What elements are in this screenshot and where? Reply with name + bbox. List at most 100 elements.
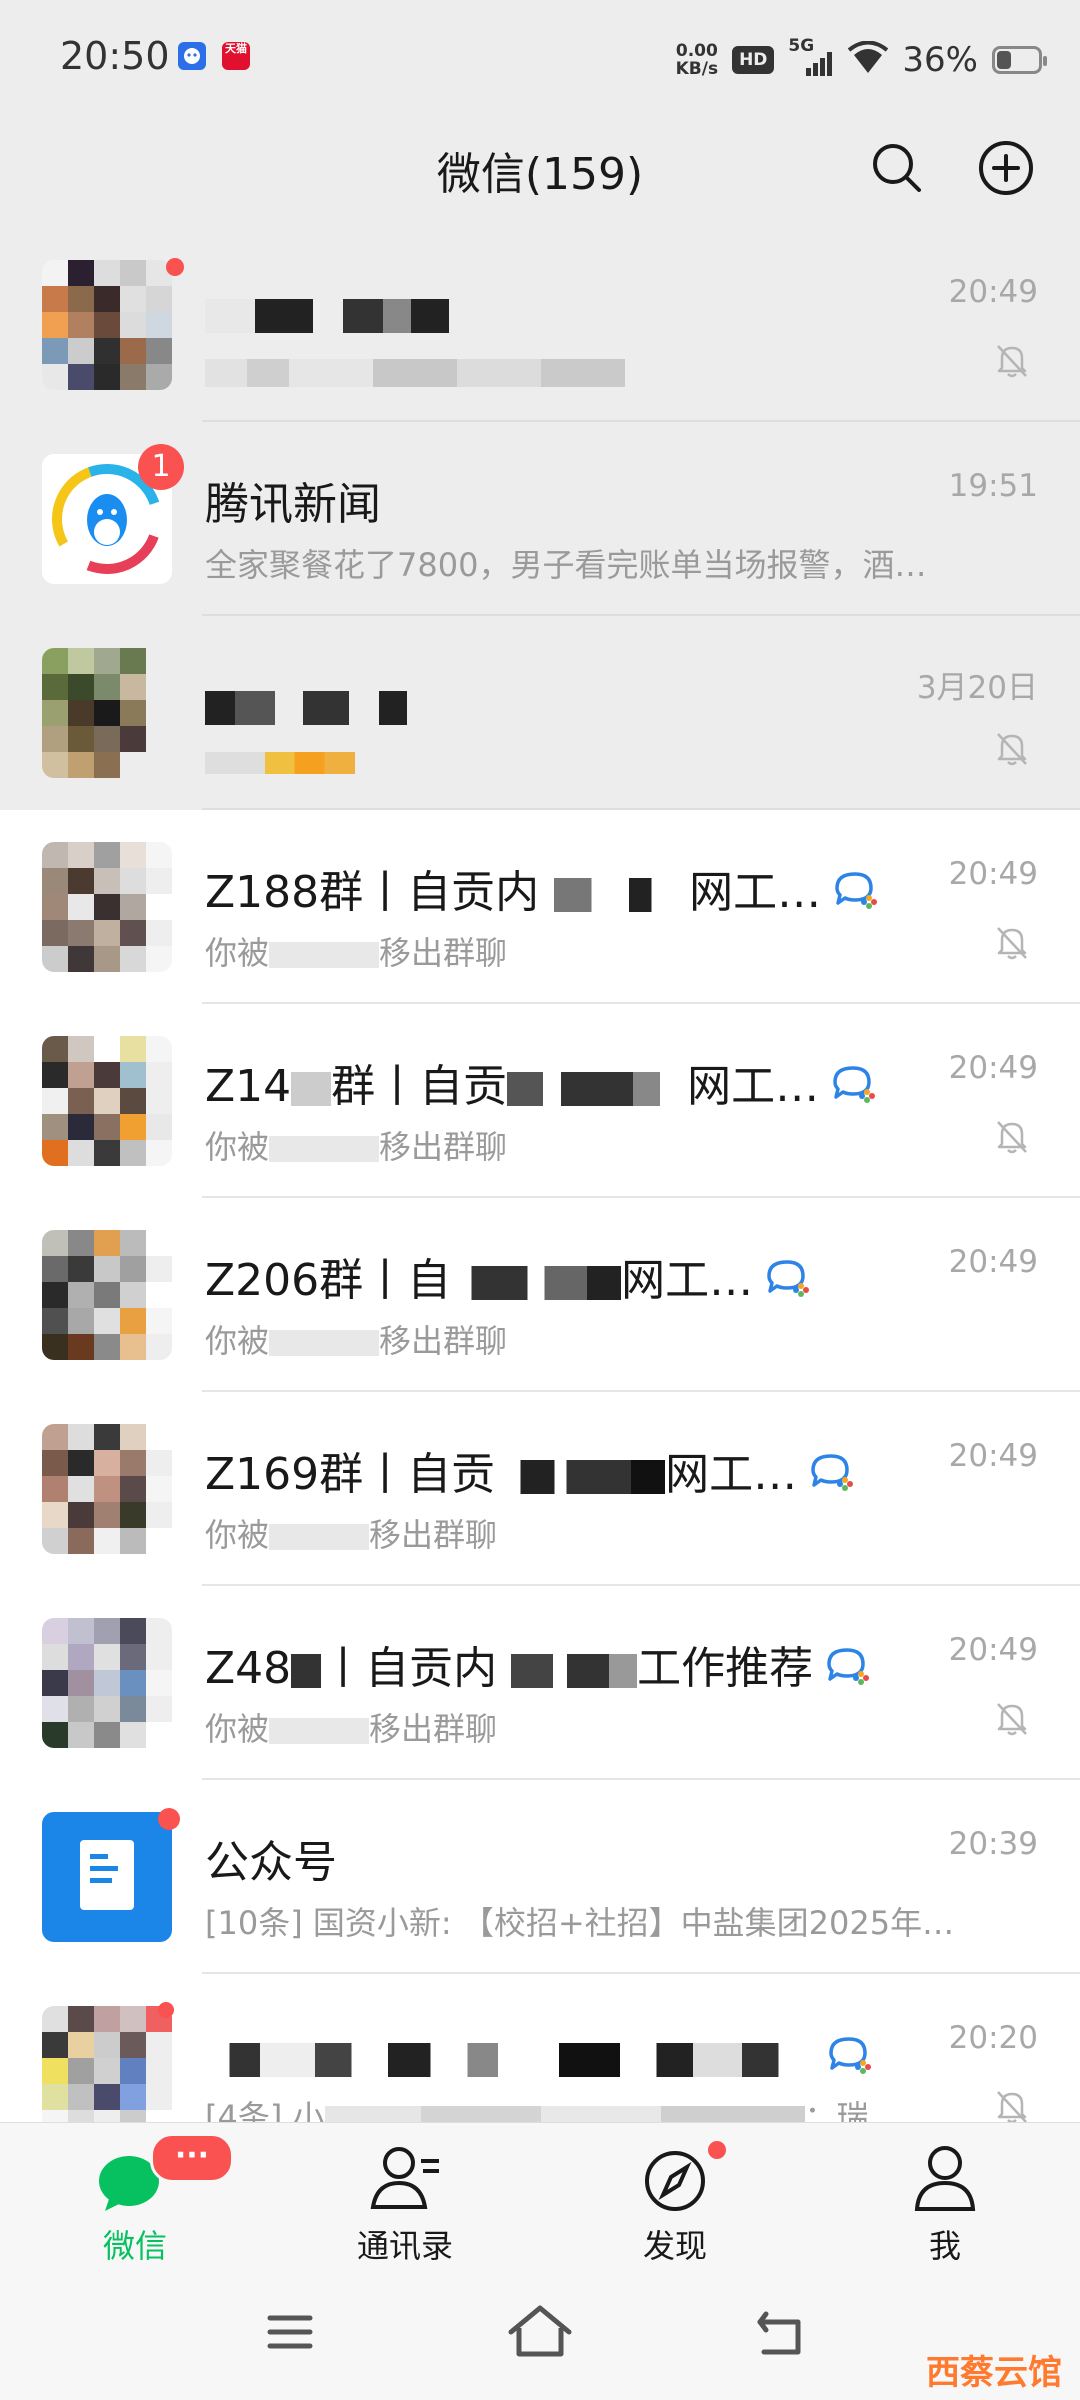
net-speed: 0.00 KB/s (676, 42, 718, 78)
tmall-icon: 天猫 (222, 42, 250, 70)
chat-item[interactable]: Z206群丨自 网工… 你被 移出群聊 20:49 (0, 1198, 1080, 1392)
battery-icon (992, 46, 1047, 74)
unread-dot (158, 1808, 180, 1830)
tab-badge: ··· (150, 2133, 234, 2183)
compass-icon (635, 2143, 715, 2213)
chat-preview: 你被 移出群聊 (205, 1516, 498, 1554)
group-avatar (42, 1036, 172, 1166)
chat-time: 20:49 (948, 1244, 1038, 1280)
chat-time: 20:20 (948, 2020, 1038, 2056)
wifi-icon (848, 40, 889, 79)
mute-bell-icon (992, 1698, 1032, 1738)
wecom-icon (831, 1064, 877, 1115)
chat-item[interactable]: 1 腾讯新闻 全家聚餐花了7800，男子看完账单当场报警，酒… 19:51 (0, 422, 1080, 616)
tab-wechat[interactable]: ··· 微信 (0, 2123, 270, 2273)
qq-icon (178, 42, 206, 70)
search-icon (869, 140, 925, 200)
chat-preview: 你被 移出群聊 (205, 1128, 508, 1166)
chat-preview-redacted (205, 352, 625, 390)
chat-time: 20:39 (948, 1826, 1038, 1862)
chat-preview: [10条] 国资小新: 【校招+社招】中盐集团2025年… (205, 1904, 955, 1942)
tab-discover[interactable]: 发现 (540, 2123, 810, 2273)
net-speed-value: 0.00 (675, 41, 718, 61)
chat-name: Z206群丨自 网工… (205, 1244, 811, 1309)
battery-percent: 36% (902, 40, 978, 80)
group-avatar (42, 1424, 172, 1554)
discover-dot (708, 2141, 726, 2159)
status-indicators: 0.00 KB/s HD 5G 36% (676, 36, 1047, 84)
chat-name: Z48 丨自贡内 工作推荐 (205, 1632, 871, 1697)
chat-time: 20:49 (948, 856, 1038, 892)
tab-label: 微信 (102, 2227, 167, 2265)
chat-name-redacted (205, 680, 407, 731)
chat-item[interactable]: Z14 群丨自贡 网工… 你被 移出群聊 20:49 (0, 1004, 1080, 1198)
home-button[interactable] (505, 2302, 585, 2372)
chat-item[interactable]: [4条] 小：瑞… 20:20 (0, 1974, 1080, 2122)
chat-preview: 全家聚餐花了7800，男子看完账单当场报警，酒… (205, 546, 927, 584)
wecom-icon (833, 870, 879, 921)
chat-time: 20:49 (948, 274, 1038, 310)
signal-icon: 5G (788, 36, 834, 78)
chat-time: 20:49 (948, 1632, 1038, 1668)
hd-icon: HD (732, 46, 775, 74)
chat-preview: 你被 移出群聊 (205, 934, 508, 972)
mute-bell-icon (992, 1116, 1032, 1156)
menu-button[interactable] (260, 2302, 340, 2372)
chat-list[interactable]: 20:49 1 腾讯新闻 全家聚餐花了7800，男子看完账单当场报警，酒… 19… (0, 228, 1080, 2122)
chat-name: 公众号 (205, 1837, 337, 1888)
avatar (42, 260, 172, 390)
watermark: 西蔡云馆 (926, 2353, 1062, 2393)
tab-me[interactable]: 我 (810, 2123, 1080, 2273)
person-icon (905, 2143, 985, 2213)
plus-circle-icon (977, 139, 1035, 201)
unread-dot (166, 258, 184, 276)
unread-badge: 1 (138, 444, 184, 490)
mute-bell-icon (992, 340, 1032, 380)
wecom-icon (765, 1258, 811, 1309)
system-nav-bar: 西蔡云馆 (0, 2272, 1080, 2400)
tab-contacts[interactable]: 通讯录 (270, 2123, 540, 2273)
chat-item[interactable]: 公众号 [10条] 国资小新: 【校招+社招】中盐集团2025年… 20:39 (0, 1780, 1080, 1974)
chat-time: 20:49 (948, 1050, 1038, 1086)
chat-item[interactable]: 3月20日 (0, 616, 1080, 810)
chat-time: 19:51 (948, 468, 1038, 504)
status-time: 20:50 (60, 34, 170, 78)
wecom-icon (809, 1452, 855, 1503)
net-speed-unit: KB/s (675, 59, 719, 79)
wecom-icon (827, 2035, 873, 2086)
add-button[interactable] (966, 130, 1046, 210)
chat-preview: [4条] 小：瑞… (205, 2092, 901, 2122)
tab-label: 发现 (642, 2227, 707, 2265)
status-bar: 20:50 天猫 0.00 KB/s HD 5G 36% (0, 0, 1080, 120)
group-avatar (42, 1618, 172, 1748)
group-avatar (42, 2006, 172, 2122)
back-icon (750, 2311, 810, 2366)
chat-time: 3月20日 (916, 670, 1038, 706)
tab-bar: ··· 微信 通讯录 发现 我 (0, 2122, 1080, 2273)
contacts-icon (365, 2143, 445, 2213)
chat-name: 腾讯新闻 (205, 479, 381, 530)
back-button[interactable] (750, 2302, 830, 2372)
avatar (42, 648, 172, 778)
chat-name: Z14 群丨自贡 网工… (205, 1050, 877, 1115)
chat-name: Z169群丨自贡 网工… (205, 1438, 855, 1503)
chat-item[interactable]: 20:49 (0, 228, 1080, 422)
chat-item[interactable]: Z169群丨自贡 网工… 你被 移出群聊 20:49 (0, 1392, 1080, 1586)
chat-name: Z188群丨自贡内 网工… (205, 856, 879, 921)
chat-item[interactable]: Z48 丨自贡内 工作推荐 你被 移出群聊 20:49 (0, 1586, 1080, 1780)
tab-label: 通讯录 (356, 2227, 453, 2265)
menu-icon (260, 2315, 320, 2366)
header: 微信(159) (0, 120, 1080, 229)
home-icon (505, 2305, 575, 2366)
search-button[interactable] (857, 130, 937, 210)
mute-bell-icon (992, 922, 1032, 962)
chat-name-redacted (205, 288, 449, 339)
mute-bell-icon (992, 728, 1032, 768)
chat-preview: 你被 移出群聊 (205, 1322, 508, 1360)
wecom-icon (825, 1646, 871, 1697)
official-account-icon (42, 1812, 172, 1942)
chat-preview-redacted (205, 742, 355, 780)
tmall-label: 天猫 (225, 42, 247, 55)
chat-item[interactable]: Z188群丨自贡内 网工… 你被 移出群聊 20:49 (0, 810, 1080, 1004)
mute-bell-icon (992, 2086, 1032, 2122)
